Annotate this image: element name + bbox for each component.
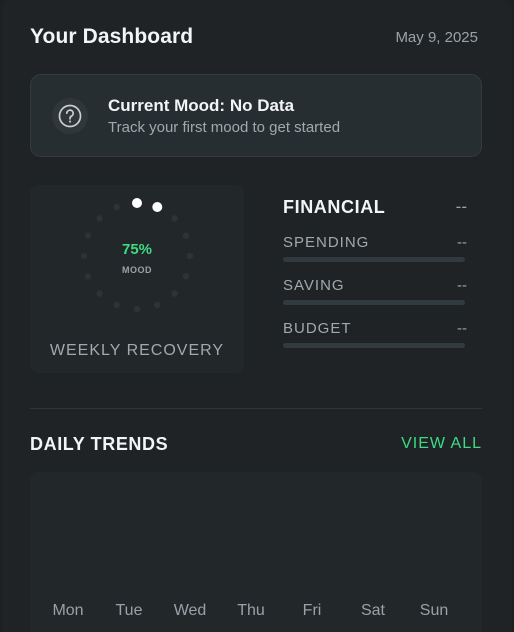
budget-progress-bar	[283, 343, 465, 348]
day-label-sat: Sat	[360, 602, 385, 619]
financial-header: FINANCIAL --	[283, 195, 467, 219]
recovery-percent: 75%	[121, 241, 153, 258]
saving-label: SAVING	[283, 276, 345, 294]
dashboard-header: Your Dashboard May 9, 2025	[30, 22, 478, 52]
view-all-button[interactable]: VIEW ALL	[401, 435, 482, 453]
ring-dot-active	[152, 202, 163, 212]
recovery-ring-sublabel: MOOD	[122, 265, 152, 275]
day-label-fri: Fri	[302, 602, 322, 619]
ring-dot	[96, 290, 103, 297]
saving-value: --	[457, 276, 467, 294]
ring-dot	[113, 203, 120, 211]
weekly-recovery-card: 75% MOOD WEEKLY RECOVERY	[30, 185, 244, 373]
day-label-tue: Tue	[115, 602, 143, 619]
question-circle-icon	[52, 97, 88, 134]
ring-dot	[113, 301, 120, 309]
saving-progress-bar	[283, 300, 465, 305]
ring-dot	[96, 215, 103, 222]
ring-dot	[133, 305, 141, 313]
financial-row-spending: SPENDING --	[283, 231, 467, 262]
day-axis: Mon Tue Wed Thu Fri Sat Sun	[38, 602, 464, 620]
current-mood-card[interactable]: Current Mood: No Data Track your first m…	[30, 74, 482, 157]
day-label-mon: Mon	[52, 602, 84, 619]
spending-value: --	[457, 233, 467, 251]
financial-summary: FINANCIAL -- SPENDING -- SAVING -- BUDGE…	[283, 195, 467, 348]
spending-label: SPENDING	[283, 233, 370, 251]
mood-subtitle: Track your first mood to get started	[108, 118, 341, 136]
mood-text: Current Mood: No Data Track your first m…	[108, 96, 340, 136]
date-label: May 9, 2025	[395, 28, 478, 46]
day-label-sun: Sun	[419, 602, 449, 619]
ring-dot	[171, 290, 178, 297]
financial-row-budget: BUDGET --	[283, 317, 467, 348]
spending-progress-bar	[283, 257, 465, 262]
page-title: Your Dashboard	[30, 25, 194, 48]
financial-row-saving: SAVING --	[283, 274, 467, 305]
ring-dot-active	[132, 198, 142, 208]
weekly-recovery-label: WEEKLY RECOVERY	[49, 342, 225, 359]
financial-title: FINANCIAL	[283, 196, 386, 217]
daily-trends-title: DAILY TRENDS	[30, 433, 169, 454]
recovery-ring	[80, 198, 194, 313]
mood-title: Current Mood: No Data	[108, 95, 295, 115]
budget-value: --	[457, 319, 467, 337]
ring-dot	[182, 232, 190, 239]
ring-dot	[154, 301, 161, 309]
dashboard-panel: Your Dashboard May 9, 2025 Current Mood:…	[2, 0, 512, 632]
ring-dot	[171, 215, 178, 222]
day-label-wed: Wed	[173, 602, 207, 619]
financial-value: --	[455, 197, 467, 216]
daily-trends-header: DAILY TRENDS VIEW ALL	[30, 433, 482, 455]
ring-dot	[84, 232, 92, 239]
budget-label: BUDGET	[283, 319, 352, 337]
day-label-thu: Thu	[237, 602, 265, 619]
section-divider	[30, 408, 482, 409]
